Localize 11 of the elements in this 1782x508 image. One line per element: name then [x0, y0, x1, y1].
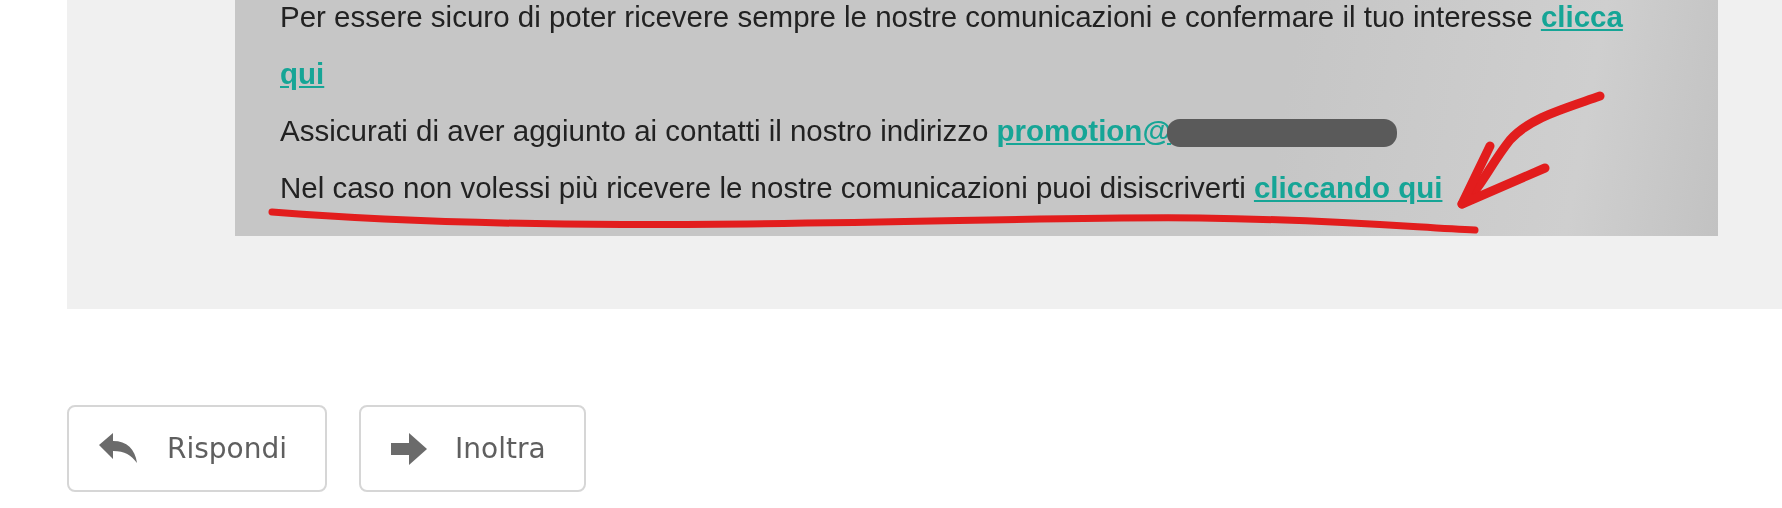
- message-text: Nel caso non volessi più ricevere le nostre comunicazioni puoi disiscriverti cliccando qui: [280, 171, 1443, 205]
- email-link[interactable]: qui: [280, 57, 325, 90]
- email-link[interactable]: cliccando qui: [1253, 171, 1443, 204]
- email-link[interactable]: clicca: [1540, 0, 1623, 33]
- forward-icon: [391, 432, 428, 465]
- message-text: Assicurati di aver aggiunto ai contatti il nostro indirizzo promotion@: [280, 114, 1398, 148]
- reply-button[interactable]: Rispondi: [67, 405, 328, 492]
- forward-button[interactable]: Inoltra: [359, 405, 586, 492]
- reply-icon: [99, 432, 139, 465]
- email-link[interactable]: promotion@: [996, 114, 1172, 147]
- message-text: Per essere sicuro di poter ricevere sempre le nostre comunicazioni e confermare il tuo interesse clicca: [280, 0, 1623, 34]
